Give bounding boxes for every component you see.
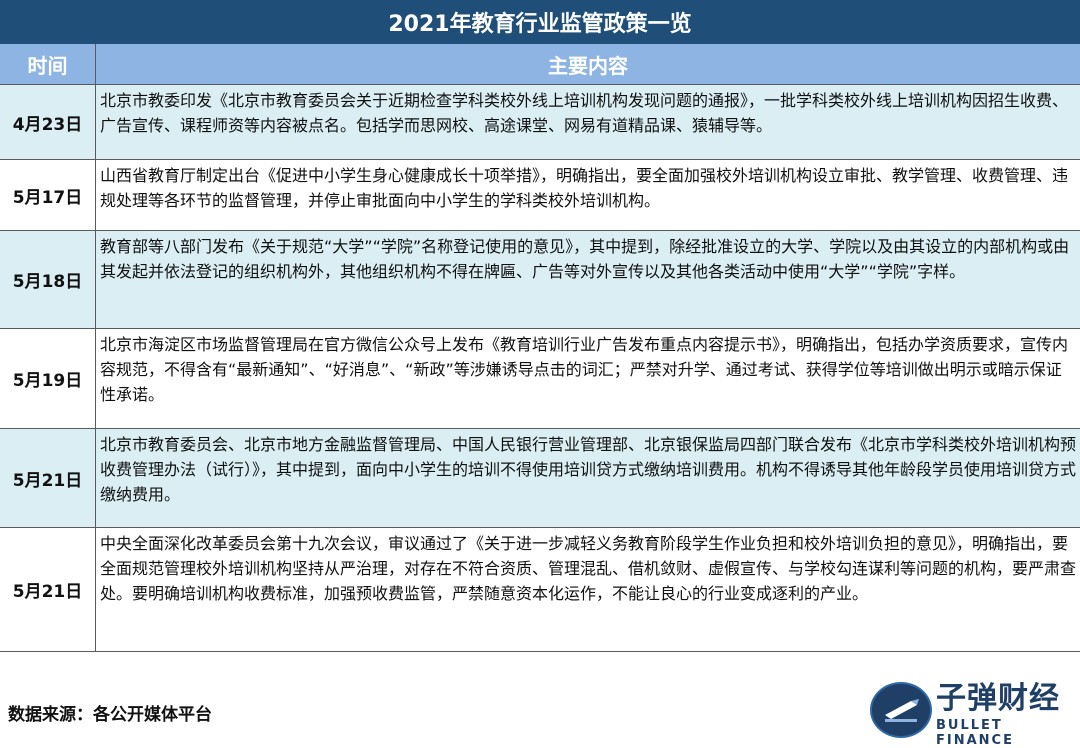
row-date: 4月23日 [0, 85, 96, 159]
policy-table-page: 2021年教育行业监管政策一览 时间 主要内容 4月23日 北京市教委印发《北京… [0, 0, 1080, 748]
table-header: 时间 主要内容 [0, 44, 1080, 85]
table-row: 4月23日 北京市教委印发《北京市教育委员会关于近期检查学科类校外线上培训机构发… [0, 85, 1080, 160]
brand-mark: 子弹财经 BULLET FINANCE [870, 681, 1076, 748]
row-content: 山西省教育厅制定出台《促进中小学生身心健康成长十项举措》，明确指出，要全面加强校… [100, 166, 1069, 210]
table-row: 5月17日 山西省教育厅制定出台《促进中小学生身心健康成长十项举措》，明确指出，… [0, 160, 1080, 231]
row-date: 5月19日 [0, 329, 96, 428]
table-body: 4月23日 北京市教委印发《北京市教育委员会关于近期检查学科类校外线上培训机构发… [0, 85, 1080, 652]
footer: 数据来源：各公开媒体平台 子弹财经 BULLET FINANCE [0, 652, 1080, 748]
row-content: 教育部等八部门发布《关于规范“大学”“学院”名称登记使用的意见》，其中提到，除经… [100, 237, 1070, 281]
row-date: 5月18日 [0, 231, 96, 328]
header-content: 主要内容 [548, 53, 628, 78]
header-time: 时间 [0, 44, 96, 84]
table-row: 5月21日 北京市教育委员会、北京市地方金融监督管理局、中国人民银行营业管理部、… [0, 429, 1080, 528]
row-date: 5月21日 [0, 528, 96, 651]
row-content: 北京市海淀区市场监督管理局在官方微信公众号上发布《教育培训行业广告发布重点内容提… [100, 335, 1069, 404]
brand-name-cn: 子弹财经 [936, 681, 1060, 716]
table-title: 2021年教育行业监管政策一览 [0, 0, 1080, 45]
row-content: 北京市教育委员会、北京市地方金融监督管理局、中国人民银行营业管理部、北京银保监局… [100, 435, 1077, 504]
table-row: 5月21日 中央全面深化改革委员会第十九次会议，审议通过了《关于进一步减轻义务教… [0, 528, 1080, 652]
table-row: 5月19日 北京市海淀区市场监督管理局在官方微信公众号上发布《教育培训行业广告发… [0, 329, 1080, 429]
row-date: 5月21日 [0, 429, 96, 527]
row-content: 北京市教委印发《北京市教育委员会关于近期检查学科类校外线上培训机构发现问题的通报… [100, 91, 1069, 135]
row-date: 5月17日 [0, 160, 96, 230]
row-content: 中央全面深化改革委员会第十九次会议，审议通过了《关于进一步减轻义务教育阶段学生作… [100, 534, 1077, 603]
data-source: 数据来源：各公开媒体平台 [8, 705, 212, 725]
table-row: 5月18日 教育部等八部门发布《关于规范“大学”“学院”名称登记使用的意见》，其… [0, 231, 1080, 329]
bullet-logo-icon [870, 682, 932, 738]
